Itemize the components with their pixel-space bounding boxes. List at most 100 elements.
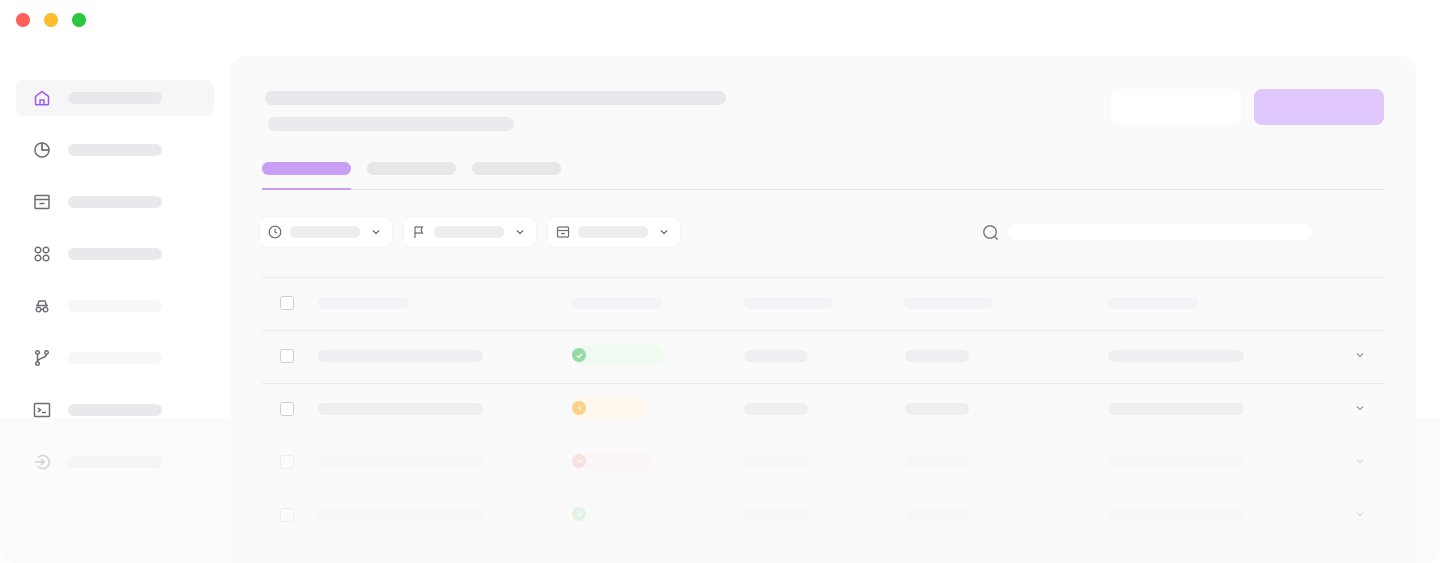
search-input[interactable]: [1008, 224, 1312, 240]
table-header-row: [262, 277, 1384, 330]
status-badge: success: [572, 345, 664, 365]
sidebar-item-label: [68, 456, 162, 468]
sidebar-item-label: [68, 248, 162, 260]
sidebar-item-apps[interactable]: [16, 236, 214, 272]
status-badge: pending: [572, 398, 648, 418]
pie-chart-icon: [32, 140, 52, 160]
terminal-icon: [32, 400, 52, 420]
sidebar-item-terminal[interactable]: [16, 392, 214, 428]
tab-first[interactable]: [262, 162, 351, 190]
row-checkbox[interactable]: [280, 349, 294, 363]
tab-second[interactable]: [367, 162, 456, 189]
sidebar-item-label: [68, 144, 162, 156]
inbox-icon: [32, 192, 52, 212]
table-row[interactable]: blocked: [262, 436, 1384, 489]
archive-icon: [556, 226, 570, 238]
search-icon: [983, 225, 999, 241]
check-circle-icon: [572, 348, 586, 362]
clock-icon: [572, 401, 586, 415]
check-circle-icon: [572, 507, 586, 521]
row-cell: [744, 509, 808, 521]
chevron-down-icon: [660, 230, 668, 235]
sidebar-item-home[interactable]: [16, 80, 214, 116]
filter-label: [290, 226, 360, 238]
chevron-down-icon[interactable]: [1354, 402, 1366, 414]
table-row[interactable]: success: [262, 489, 1384, 542]
sidebar-item-login[interactable]: [16, 444, 214, 480]
column-header[interactable]: [744, 297, 832, 309]
sign-in-icon: [32, 452, 52, 472]
tab-third[interactable]: [472, 162, 561, 189]
sidebar-item-inbox[interactable]: [16, 184, 214, 220]
page-subtitle: [268, 117, 514, 131]
column-header[interactable]: [318, 297, 408, 309]
tab-label: [472, 162, 561, 175]
row-cell: [1108, 456, 1244, 468]
flag-icon: [414, 226, 424, 238]
column-header[interactable]: [572, 297, 662, 309]
minus-circle-icon: [572, 454, 586, 468]
row-checkbox[interactable]: [280, 508, 294, 522]
tab-label: [262, 162, 351, 175]
row-cell: [905, 456, 969, 468]
column-header[interactable]: [1108, 297, 1198, 309]
chevron-down-icon[interactable]: [1354, 455, 1366, 467]
column-header[interactable]: [904, 297, 992, 309]
sidebar-item-label: [68, 352, 162, 364]
row-checkbox[interactable]: [280, 455, 294, 469]
page-title: [265, 91, 726, 105]
row-cell: [905, 350, 969, 362]
row-cell: [1108, 350, 1244, 362]
row-cell: [905, 509, 969, 521]
home-icon: [32, 88, 52, 108]
row-name: [318, 403, 483, 415]
table-row[interactable]: success: [262, 330, 1384, 383]
sidebar-item-label: [68, 404, 162, 416]
sidebar-item-label: [68, 300, 162, 312]
select-all-checkbox[interactable]: [280, 296, 294, 310]
row-checkbox[interactable]: [280, 402, 294, 416]
status-badge: success: [572, 504, 642, 524]
row-cell: [744, 350, 808, 362]
table-row[interactable]: pending: [262, 383, 1384, 436]
tab-bar: [262, 162, 1384, 190]
app-window: success pending: [0, 0, 1440, 563]
primary-action-button[interactable]: [1254, 89, 1384, 125]
sidebar-item-label: [68, 196, 162, 208]
chevron-down-icon: [372, 230, 380, 235]
row-cell: [1108, 509, 1244, 521]
row-name: [318, 350, 483, 362]
row-name: [318, 456, 483, 468]
main-panel: success pending: [230, 56, 1416, 563]
row-name: [318, 509, 483, 521]
filter-label: [578, 226, 648, 238]
clock-icon: [268, 225, 282, 239]
sidebar-item-private[interactable]: [16, 288, 214, 324]
window-controls: [16, 13, 86, 27]
filter-date-dropdown[interactable]: [260, 217, 392, 247]
filter-flag-dropdown[interactable]: [404, 217, 536, 247]
row-cell: [744, 456, 808, 468]
git-branch-icon: [32, 348, 52, 368]
zoom-window-button[interactable]: [72, 13, 86, 27]
chevron-down-icon: [516, 230, 524, 235]
filter-label: [434, 226, 504, 238]
apps-icon: [32, 244, 52, 264]
row-cell: [905, 403, 969, 415]
secondary-action-button[interactable]: [1111, 89, 1241, 125]
incognito-icon: [32, 296, 52, 316]
status-badge: blocked: [572, 451, 654, 471]
data-table: success pending: [262, 277, 1384, 542]
minimize-window-button[interactable]: [44, 13, 58, 27]
chevron-down-icon[interactable]: [1354, 349, 1366, 361]
row-cell: [1108, 403, 1244, 415]
sidebar-item-branches[interactable]: [16, 340, 214, 376]
filter-archive-dropdown[interactable]: [548, 217, 680, 247]
sidebar-item-analytics[interactable]: [16, 132, 214, 168]
sidebar: [16, 80, 214, 496]
chevron-down-icon[interactable]: [1354, 508, 1366, 520]
tab-label: [367, 162, 456, 175]
close-window-button[interactable]: [16, 13, 30, 27]
sidebar-item-label: [68, 92, 162, 104]
row-cell: [744, 403, 808, 415]
